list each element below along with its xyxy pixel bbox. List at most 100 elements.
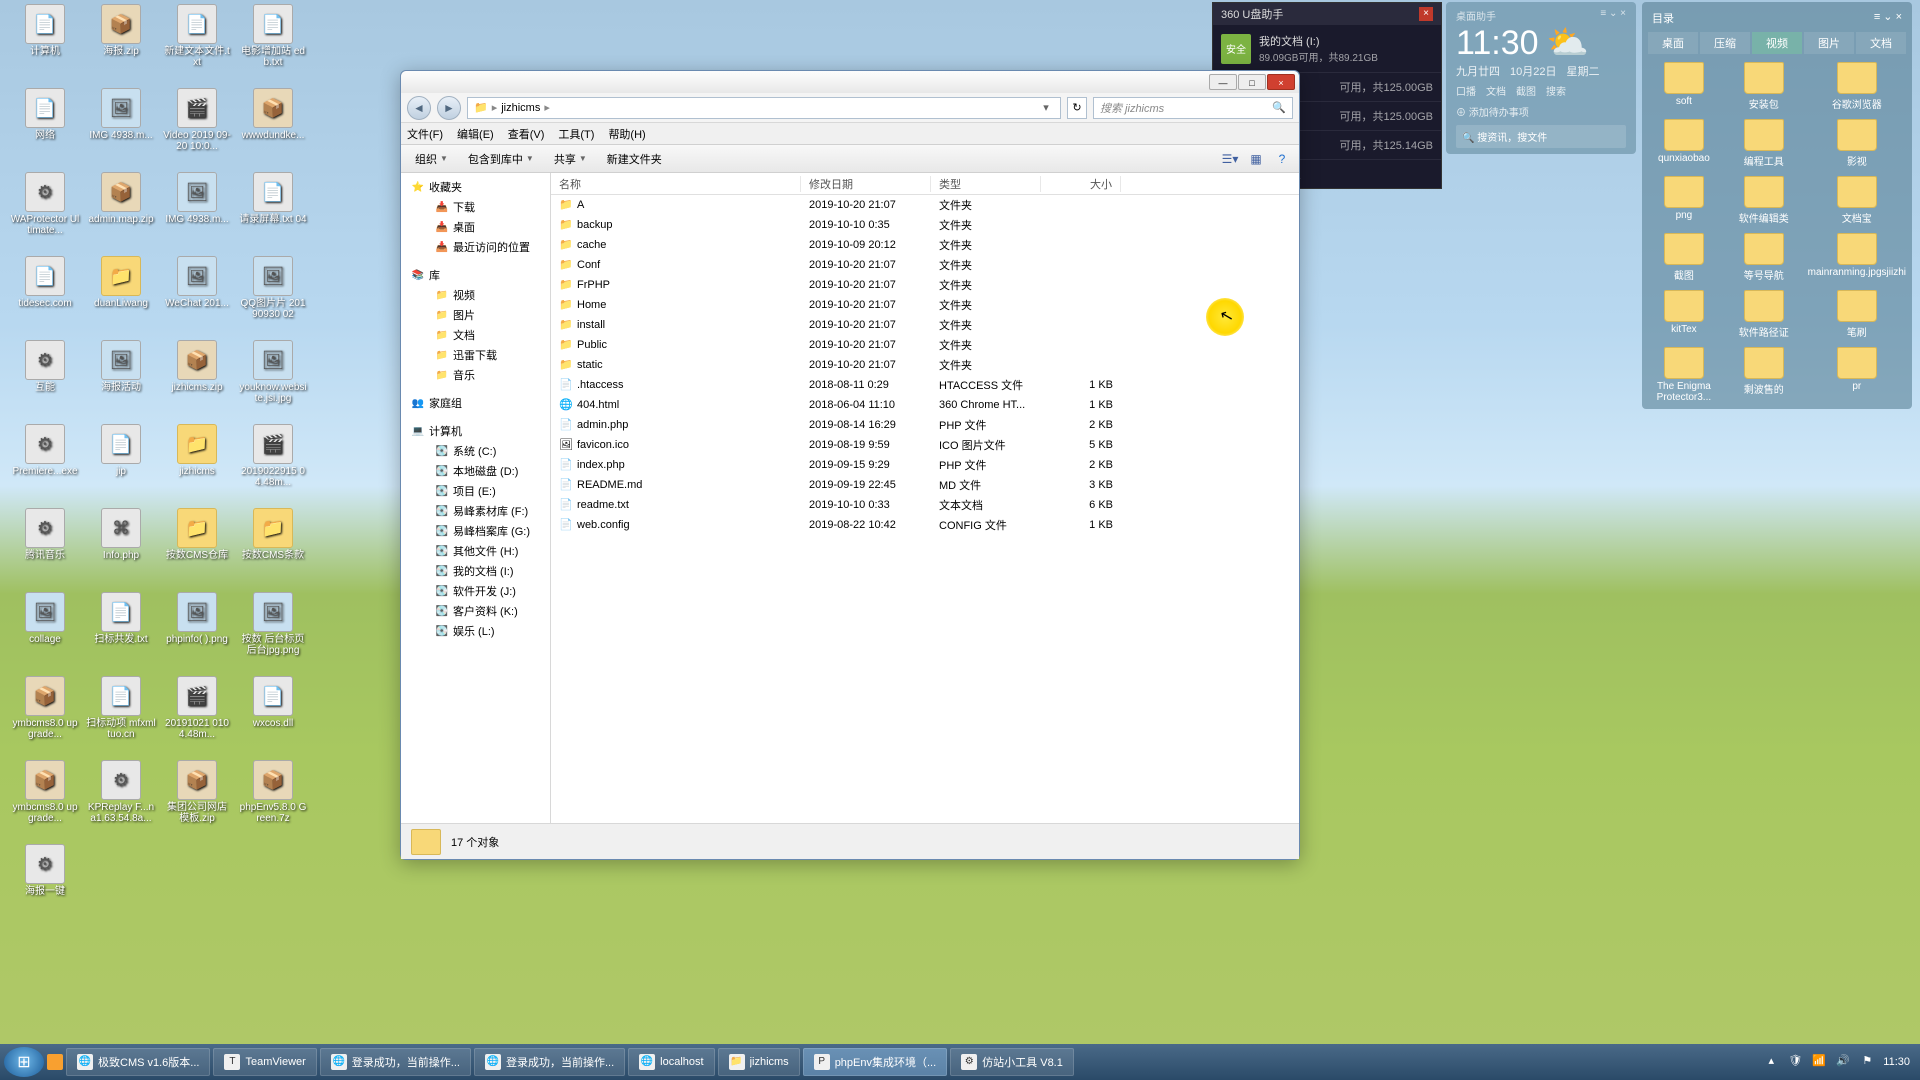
column-date[interactable]: 修改日期 [801,176,931,192]
category-tab[interactable]: 视频 [1752,32,1802,54]
share-button[interactable]: 共享▼ [546,148,595,170]
tray-expand-icon[interactable]: ▴ [1763,1054,1779,1070]
desktop-icon[interactable]: 🖼QQ图片片 20190930 02 [238,256,308,320]
tree-item[interactable]: 📥下载 [401,197,550,217]
desktop-icon[interactable]: 📄网络 [10,88,80,141]
tree-item[interactable]: 💽易峰素材库 (F:) [401,501,550,521]
desktop-icon[interactable]: 🖼youknow.website.jsi.jpg [238,340,308,404]
desktop-icon[interactable]: ⚙Premiere...exe [10,424,80,477]
taskbar-item[interactable]: 🌐登录成功，当前操作... [320,1048,471,1076]
close-button[interactable]: × [1267,74,1295,90]
desktop-icon[interactable]: 📦wwwdundke... [238,88,308,141]
organizer-folder[interactable]: mainranming.jpgsjiizhi [1808,233,1906,282]
clock-menu-icon[interactable]: ≡ ⌄ × [1600,8,1626,23]
tree-item[interactable]: 💽本地磁盘 (D:) [401,461,550,481]
address-dropdown[interactable]: ▾ [1038,101,1054,114]
tree-item[interactable]: 📁迅雷下载 [401,345,550,365]
column-size[interactable]: 大小 [1041,176,1121,192]
desktop-icon[interactable]: ⚙互能 [10,340,80,393]
category-tab[interactable]: 图片 [1804,32,1854,54]
right-panel-controls[interactable]: ≡ ⌄ × [1874,10,1902,26]
menu-item[interactable]: 工具(T) [558,126,594,142]
preview-pane-button[interactable]: ▦ [1245,149,1267,169]
desktop-icon[interactable]: 📄wxcos.dll [238,676,308,729]
tree-item[interactable]: 💽其他文件 (H:) [401,541,550,561]
clock-tool[interactable]: 搜索 [1546,83,1566,98]
desktop-icon[interactable]: 📁duanLiwang [86,256,156,309]
desktop-icon[interactable]: ⌘Info.php [86,508,156,561]
tree-item[interactable]: 💽客户资料 (K:) [401,601,550,621]
start-button[interactable]: ⊞ [4,1047,44,1077]
tree-item[interactable]: 📥桌面 [401,217,550,237]
desktop-icon[interactable]: 📄tidesec.com [10,256,80,309]
file-row[interactable]: 📁A2019-10-20 21:07文件夹 [551,195,1299,215]
tray-flag-icon[interactable]: ⚑ [1859,1054,1875,1070]
file-row[interactable]: 📁install2019-10-20 21:07文件夹 [551,315,1299,335]
search-input[interactable]: 搜索 jizhicms 🔍 [1093,97,1293,119]
desktop-icon[interactable]: 📦admin.map.zip [86,172,156,225]
desktop-icon[interactable]: 📁jizhicms [162,424,232,477]
taskbar-item[interactable]: ⚙仿站小工具 V8.1 [950,1048,1074,1076]
desktop-icon[interactable]: 📦海报.zip [86,4,156,57]
clock-tool[interactable]: 文档 [1486,83,1506,98]
file-row[interactable]: 📁FrPHP2019-10-20 21:07文件夹 [551,275,1299,295]
clock-add-todo[interactable]: ⊕ 添加待办事项 [1456,104,1626,119]
file-row[interactable]: 📄admin.php2019-08-14 16:29PHP 文件2 KB [551,415,1299,435]
address-bar[interactable]: 📁 ▸ jizhicms ▸ ▾ [467,97,1061,119]
tree-item[interactable]: 💽易峰档案库 (G:) [401,521,550,541]
desktop-icon[interactable]: 📦ymbcms8.0 upgrade... [10,760,80,824]
organizer-folder[interactable]: 笔刷 [1808,290,1906,339]
organizer-folder[interactable]: 等号导航 [1728,233,1800,282]
file-row[interactable]: 📄index.php2019-09-15 9:29PHP 文件2 KB [551,455,1299,475]
nav-forward-button[interactable]: ► [437,96,461,120]
desktop-icon[interactable]: 📄计算机 [10,4,80,57]
file-row[interactable]: 📄readme.txt2019-10-10 0:33文本文档6 KB [551,495,1299,515]
tree-item[interactable]: 💽我的文档 (I:) [401,561,550,581]
include-button[interactable]: 包含到库中▼ [460,148,542,170]
tree-item[interactable]: 💽项目 (E:) [401,481,550,501]
file-row[interactable]: 📁Home2019-10-20 21:07文件夹 [551,295,1299,315]
desktop-icon[interactable]: 🎬Video 2019 09-20 10:0... [162,88,232,152]
tree-item[interactable]: 📁视频 [401,285,550,305]
clock-tool[interactable]: 口播 [1456,83,1476,98]
tree-section-head[interactable]: ⭐收藏夹 [401,177,550,197]
close-icon[interactable]: × [1419,7,1433,21]
organizer-folder[interactable]: 编程工具 [1728,119,1800,168]
organizer-folder[interactable]: 软件路径证 [1728,290,1800,339]
organizer-folder[interactable]: 截图 [1648,233,1720,282]
organize-button[interactable]: 组织▼ [407,148,456,170]
desktop-icon[interactable]: 📄新建文本文件.txt [162,4,232,68]
desktop-icon[interactable]: 🖼IMG 4938.m... [162,172,232,225]
file-row[interactable]: 📁cache2019-10-09 20:12文件夹 [551,235,1299,255]
desktop-icon[interactable]: 🖼collage [10,592,80,645]
taskbar-item[interactable]: TTeamViewer [213,1048,316,1076]
file-row[interactable]: 📄.htaccess2018-08-11 0:29HTACCESS 文件1 KB [551,375,1299,395]
desktop-icon[interactable]: 📁按数CMS仓库 [162,508,232,561]
tree-item[interactable]: 📥最近访问的位置 [401,237,550,257]
desktop-icon[interactable]: 📄jip [86,424,156,477]
organizer-folder[interactable]: 剩波售的 [1728,347,1800,403]
organizer-folder[interactable]: png [1648,176,1720,225]
organizer-folder[interactable]: qunxiaobao [1648,119,1720,168]
desktop-icon[interactable]: 🖼phpinfo( ).png [162,592,232,645]
tray-network-icon[interactable]: 📶 [1811,1054,1827,1070]
file-row[interactable]: 📁Public2019-10-20 21:07文件夹 [551,335,1299,355]
desktop-icon[interactable]: 📁按数CMS条款 [238,508,308,561]
desktop-icon[interactable]: 📄扫标动项 mfxmltuo.cn [86,676,156,740]
desktop-icon[interactable]: 🖼WeChat 201... [162,256,232,309]
view-options-button[interactable]: ☰▾ [1219,149,1241,169]
help-button[interactable]: ? [1271,149,1293,169]
desktop-icon[interactable]: 📦phpEnv5.8.0 Green.7z [238,760,308,824]
taskbar-item[interactable]: PphpEnv集成环境（... [803,1048,947,1076]
tree-section-head[interactable]: 💻计算机 [401,421,550,441]
tree-item[interactable]: 💽娱乐 (L:) [401,621,550,641]
desktop-icon[interactable]: ⚙腾讯音乐 [10,508,80,561]
chevron-right-icon[interactable]: ▸ [544,101,550,114]
menu-item[interactable]: 查看(V) [508,126,545,142]
file-row[interactable]: 📄web.config2019-08-22 10:42CONFIG 文件1 KB [551,515,1299,535]
organizer-folder[interactable]: 文档宝 [1808,176,1906,225]
menu-item[interactable]: 帮助(H) [608,126,645,142]
organizer-folder[interactable]: 安装包 [1728,62,1800,111]
tray-clock[interactable]: 11:30 [1883,1056,1910,1068]
column-type[interactable]: 类型 [931,176,1041,192]
